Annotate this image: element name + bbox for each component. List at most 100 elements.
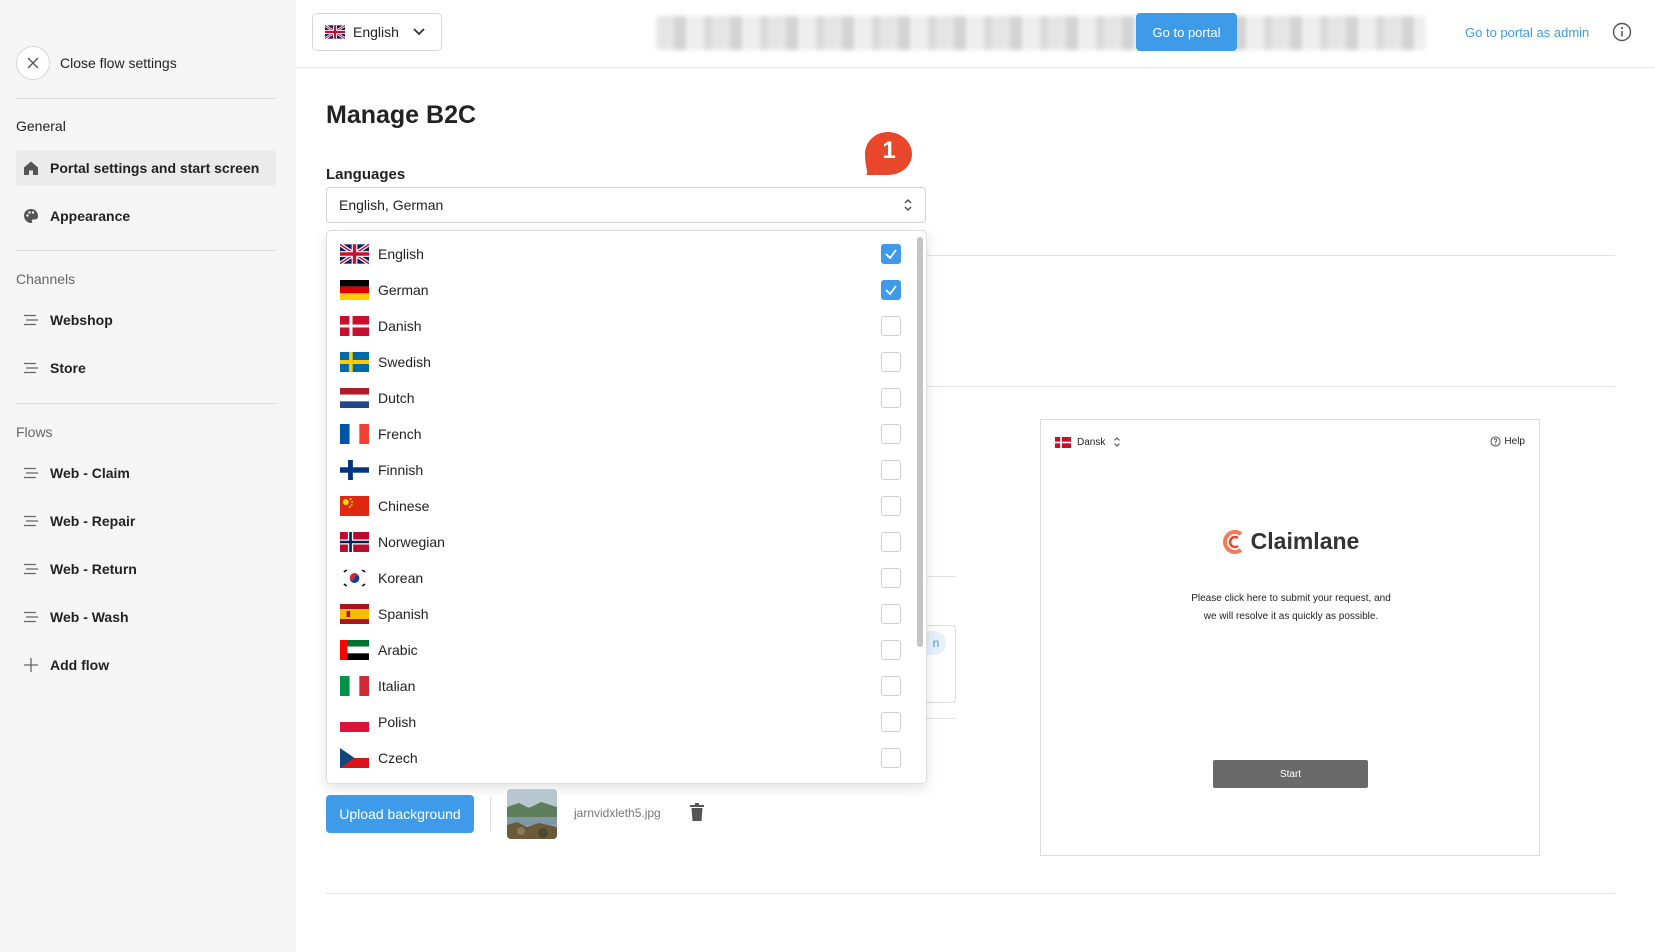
close-flow-settings-label: Close flow settings: [60, 55, 177, 71]
language-option-danish[interactable]: Danish: [327, 308, 912, 344]
language-select[interactable]: English: [312, 13, 442, 51]
sidebar-item-web-wash[interactable]: Web - Wash: [16, 599, 276, 635]
language-checkbox[interactable]: [881, 640, 901, 660]
language-option-label: Italian: [378, 678, 416, 694]
trash-icon[interactable]: [690, 803, 704, 821]
preview-help-link[interactable]: Help: [1490, 436, 1525, 447]
sweden-flag-icon: [340, 352, 369, 372]
sidebar-item-label: Webshop: [50, 312, 113, 328]
language-checkbox[interactable]: [881, 460, 901, 480]
sidebar-item-portal-settings[interactable]: Portal settings and start screen: [16, 150, 276, 186]
language-checkbox[interactable]: [881, 352, 901, 372]
flow-icon: [22, 608, 40, 626]
sidebar-item-label: Portal settings and start screen: [50, 160, 260, 176]
denmark-flag-icon: [340, 316, 369, 336]
flow-icon: [22, 464, 40, 482]
language-option-italian[interactable]: Italian: [327, 668, 912, 704]
language-option-label: Swedish: [378, 354, 431, 370]
language-checkbox[interactable]: [881, 712, 901, 732]
language-checkbox[interactable]: [881, 388, 901, 408]
preview-brand-name: Claimlane: [1250, 528, 1360, 554]
preview-language-label: Dansk: [1077, 436, 1106, 448]
language-option-polish[interactable]: Polish: [327, 704, 912, 740]
language-option-korean[interactable]: Korean: [327, 560, 912, 596]
sidebar-item-web-repair[interactable]: Web - Repair: [16, 503, 276, 539]
sidebar-item-label: Web - Wash: [50, 609, 129, 625]
language-option-dutch[interactable]: Dutch: [327, 380, 912, 416]
language-option-label: Danish: [378, 318, 422, 334]
claimlane-logo-icon: [1222, 529, 1242, 554]
language-option-label: Korean: [378, 570, 424, 586]
sidebar-item-label: Web - Return: [50, 561, 137, 577]
close-icon: [27, 57, 39, 69]
sidebar-divider: [16, 250, 276, 251]
italy-flag-icon: [340, 676, 369, 696]
language-checkbox[interactable]: [881, 568, 901, 588]
close-button[interactable]: [16, 46, 50, 80]
languages-multiselect[interactable]: English, German: [326, 187, 926, 223]
language-option-label: French: [378, 426, 422, 442]
sidebar: Close flow settings General Portal setti…: [0, 0, 296, 952]
add-flow-button[interactable]: Add flow: [16, 647, 276, 683]
home-icon: [22, 159, 40, 177]
go-to-portal-admin-link[interactable]: Go to portal as admin: [1465, 25, 1589, 40]
section-channels-label: Channels: [16, 271, 76, 287]
language-option-finnish[interactable]: Finnish: [327, 452, 912, 488]
section-divider: [926, 255, 1615, 256]
upload-background-button[interactable]: Upload background: [326, 795, 474, 833]
step-badge-number: 1: [882, 137, 896, 164]
language-checkbox[interactable]: [881, 532, 901, 552]
go-to-portal-button[interactable]: Go to portal: [1136, 13, 1237, 51]
uk-flag-icon: [340, 244, 369, 264]
languages-label: Languages: [326, 166, 406, 183]
preview-language-select[interactable]: Dansk: [1055, 436, 1121, 448]
preview-intro-text: Please click here to submit your request…: [1191, 593, 1391, 622]
sidebar-item-web-return[interactable]: Web - Return: [16, 551, 276, 587]
language-option-czech[interactable]: Czech: [327, 740, 912, 776]
dropdown-scrollbar[interactable]: [917, 237, 923, 647]
sidebar-item-store[interactable]: Store: [16, 350, 276, 386]
language-checkbox[interactable]: [881, 748, 901, 768]
flow-icon: [22, 359, 40, 377]
language-option-arabic[interactable]: Arabic: [327, 632, 912, 668]
sidebar-divider: [16, 98, 276, 99]
language-checkbox[interactable]: [881, 280, 901, 300]
norway-flag-icon: [340, 532, 369, 552]
language-option-english[interactable]: English: [327, 236, 912, 272]
language-option-chinese[interactable]: Chinese: [327, 488, 912, 524]
updown-chevron-icon: [1114, 437, 1121, 447]
language-option-label: English: [378, 246, 424, 262]
info-icon[interactable]: [1612, 22, 1632, 42]
finland-flag-icon: [340, 460, 369, 480]
poland-flag-icon: [340, 712, 369, 732]
languages-value: English, German: [339, 197, 444, 213]
language-checkbox[interactable]: [881, 496, 901, 516]
language-option-french[interactable]: French: [327, 416, 912, 452]
language-option-german[interactable]: German: [327, 272, 912, 308]
section-general-label: General: [16, 118, 66, 134]
sidebar-item-web-claim[interactable]: Web - Claim: [16, 455, 276, 491]
upload-separator: [490, 797, 491, 831]
language-checkbox[interactable]: [881, 604, 901, 624]
plus-icon: [22, 656, 40, 674]
language-option-spanish[interactable]: Spanish: [327, 596, 912, 632]
language-option-swedish[interactable]: Swedish: [327, 344, 912, 380]
palette-icon: [22, 207, 40, 225]
france-flag-icon: [340, 424, 369, 444]
background-file-name: jarnvidxleth5.jpg: [574, 806, 661, 820]
sidebar-item-webshop[interactable]: Webshop: [16, 302, 276, 338]
languages-dropdown[interactable]: English German Danish Swedish Dutch Fren…: [326, 230, 927, 784]
sidebar-item-label: Appearance: [50, 208, 131, 224]
close-flow-settings[interactable]: Close flow settings: [16, 46, 177, 80]
language-select-value: English: [353, 24, 399, 40]
language-checkbox[interactable]: [881, 244, 901, 264]
sidebar-item-appearance[interactable]: Appearance: [16, 198, 276, 234]
preview-start-button[interactable]: Start: [1213, 760, 1368, 788]
language-checkbox[interactable]: [881, 316, 901, 336]
language-checkbox[interactable]: [881, 676, 901, 696]
language-checkbox[interactable]: [881, 424, 901, 444]
language-option-norwegian[interactable]: Norwegian: [327, 524, 912, 560]
denmark-flag-icon: [1055, 436, 1071, 448]
chevron-down-icon: [413, 28, 425, 36]
netherlands-flag-icon: [340, 388, 369, 408]
